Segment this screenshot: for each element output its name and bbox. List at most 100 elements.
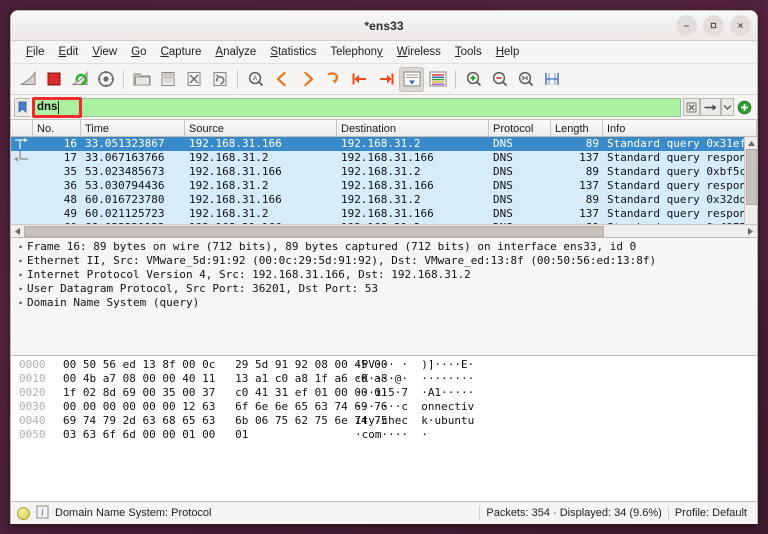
minimize-button[interactable]: [676, 15, 697, 36]
close-file-icon[interactable]: [181, 67, 206, 92]
packet-row[interactable]: 49 60.021125723 192.168.31.2 192.168.31.166…: [11, 207, 757, 221]
go-first-packet-icon[interactable]: [347, 67, 372, 92]
hex-dump-row[interactable]: 0000 00 50 56 ed 13 8f 00 0c 29 5d 91 92 …: [11, 358, 757, 372]
menu-analyze[interactable]: Analyze: [208, 44, 263, 60]
column-header-info[interactable]: Info: [603, 120, 757, 136]
expand-triangle-icon[interactable]: ▸: [15, 282, 27, 296]
menu-telephony[interactable]: Telephony: [323, 44, 389, 60]
toolbar-separator: [455, 69, 456, 89]
column-header-gutter: [11, 120, 33, 136]
detail-tree-item[interactable]: ▸ Internet Protocol Version 4, Src: 192.1…: [15, 268, 757, 282]
save-file-icon[interactable]: [155, 67, 180, 92]
hex-offset: 0050: [19, 428, 46, 441]
packet-row[interactable]: 6068.023221123192.168.31.166192.168.31.2…: [11, 221, 757, 224]
menu-view[interactable]: View: [85, 44, 124, 60]
hex-ascii: ···i·5·7 ·A1·····: [355, 386, 475, 399]
window-controls: [676, 15, 751, 36]
menu-help[interactable]: Help: [489, 44, 527, 60]
capture-file-properties-icon[interactable]: i: [36, 505, 49, 522]
apply-filter-icon[interactable]: [700, 98, 721, 116]
column-header-source[interactable]: Source: [185, 120, 337, 136]
menu-tools[interactable]: Tools: [448, 44, 489, 60]
add-filter-button-icon[interactable]: [734, 98, 754, 117]
reload-file-icon[interactable]: [207, 67, 232, 92]
column-header-length[interactable]: Length: [551, 120, 603, 136]
expand-triangle-icon[interactable]: ▸: [15, 254, 27, 268]
filter-dropdown-icon[interactable]: [721, 98, 734, 116]
column-header-protocol[interactable]: Protocol: [489, 120, 551, 136]
display-filter-input[interactable]: dns: [32, 97, 681, 117]
packet-row[interactable]: 16 33.051323867 192.168.31.166 192.168.31.2…: [11, 137, 757, 151]
hex-dump-row[interactable]: 0010 00 4b a7 08 00 00 40 11 13 a1 c0 a8 …: [11, 372, 757, 386]
expand-triangle-icon[interactable]: ▸: [15, 296, 27, 310]
detail-tree-label: Frame 16: 89 bytes on wire (712 bits), 8…: [27, 240, 637, 253]
hex-offset: 0010: [19, 372, 46, 385]
request-arrow-icon: [11, 137, 33, 151]
stop-capture-icon[interactable]: [41, 67, 66, 92]
packet-row[interactable]: 48 60.016723780 192.168.31.166 192.168.31.2…: [11, 193, 757, 207]
menu-go[interactable]: Go: [124, 44, 153, 60]
packet-list-vertical-scrollbar[interactable]: [744, 137, 757, 224]
auto-scroll-icon[interactable]: [399, 66, 424, 92]
packet-row[interactable]: 17 33.067163766 192.168.31.2 192.168.31.166…: [11, 151, 757, 165]
cell-time: 53.023485673: [85, 165, 165, 178]
cell-length: 89: [551, 221, 603, 224]
menu-edit[interactable]: Edit: [52, 44, 86, 60]
packet-details-pane[interactable]: ▸ Frame 16: 89 bytes on wire (712 bits), …: [11, 238, 757, 356]
cell-source: 192.168.31.166: [189, 165, 282, 178]
hex-dump-row[interactable]: 0020 1f 02 8d 69 00 35 00 37 c0 41 31 ef …: [11, 386, 757, 400]
expand-triangle-icon[interactable]: ▸: [15, 268, 27, 282]
menu-file[interactable]: File: [19, 44, 52, 60]
menu-wireless[interactable]: Wireless: [390, 44, 448, 60]
open-file-icon[interactable]: [129, 67, 154, 92]
cell-source: 192.168.31.166: [189, 137, 282, 150]
resize-columns-icon[interactable]: [539, 67, 564, 92]
expert-info-icon[interactable]: [17, 506, 30, 520]
packet-row[interactable]: 36 53.030794436 192.168.31.2 192.168.31.166…: [11, 179, 757, 193]
colorize-icon[interactable]: [425, 67, 450, 92]
bookmark-icon[interactable]: [14, 97, 30, 117]
cell-info: Standard query 0xbf5c A: [607, 165, 757, 178]
cell-destination: 192.168.31.166: [341, 179, 434, 192]
column-header-destination[interactable]: Destination: [337, 120, 489, 136]
expand-triangle-icon[interactable]: ▸: [15, 240, 27, 254]
zoom-out-icon[interactable]: [487, 67, 512, 92]
restart-capture-icon[interactable]: [67, 67, 92, 92]
column-header-time[interactable]: Time: [81, 120, 185, 136]
scroll-left-icon[interactable]: [11, 227, 24, 235]
cell-length: 89: [585, 165, 599, 178]
zoom-reset-icon[interactable]: [513, 67, 538, 92]
go-to-packet-icon[interactable]: [321, 67, 346, 92]
scrollbar-thumb[interactable]: [24, 225, 604, 237]
hex-dump-row[interactable]: 0050 03 63 6f 6d 00 00 01 00 01 ·com···· ·: [11, 428, 757, 442]
scroll-right-icon[interactable]: [744, 227, 757, 235]
packet-bytes-pane[interactable]: 0000 00 50 56 ed 13 8f 00 0c 29 5d 91 92 …: [11, 356, 757, 502]
maximize-button[interactable]: [703, 15, 724, 36]
packet-row[interactable]: 35 53.023485673 192.168.31.166 192.168.31.2…: [11, 165, 757, 179]
capture-options-icon[interactable]: [93, 67, 118, 92]
go-back-icon[interactable]: [269, 67, 294, 92]
zoom-in-icon[interactable]: [461, 67, 486, 92]
menu-capture[interactable]: Capture: [153, 44, 208, 60]
go-last-packet-icon[interactable]: [373, 67, 398, 92]
detail-tree-item[interactable]: ▸ User Datagram Protocol, Src Port: 36201…: [15, 282, 757, 296]
scroll-up-icon[interactable]: [747, 137, 755, 149]
hex-dump-row[interactable]: 0030 00 00 00 00 00 00 12 63 6f 6e 6e 65 …: [11, 400, 757, 414]
column-header-no[interactable]: No.: [33, 120, 81, 136]
hex-dump-row[interactable]: 0040 69 74 79 2d 63 68 65 63 6b 06 75 62 …: [11, 414, 757, 428]
close-button[interactable]: [730, 15, 751, 36]
row-marker: [11, 179, 33, 193]
detail-tree-item[interactable]: ▸ Frame 16: 89 bytes on wire (712 bits), …: [15, 240, 757, 254]
cell-time: 60.021125723: [85, 207, 165, 220]
start-capture-icon[interactable]: [15, 67, 40, 92]
detail-tree-item[interactable]: ▸ Domain Name System (query): [15, 296, 757, 310]
packet-list-rows: 16 33.051323867 192.168.31.166 192.168.31.2…: [11, 137, 757, 224]
scrollbar-thumb[interactable]: [745, 149, 757, 205]
wireshark-window: *ens33 File Edit View Go Capture Analyze…: [10, 10, 758, 524]
menu-statistics[interactable]: Statistics: [263, 44, 323, 60]
clear-filter-icon[interactable]: [683, 98, 700, 116]
find-packet-icon[interactable]: A: [243, 67, 268, 92]
packet-list-horizontal-scrollbar[interactable]: [11, 224, 757, 237]
go-forward-icon[interactable]: [295, 67, 320, 92]
detail-tree-item[interactable]: ▸ Ethernet II, Src: VMware_5d:91:92 (00:0…: [15, 254, 757, 268]
